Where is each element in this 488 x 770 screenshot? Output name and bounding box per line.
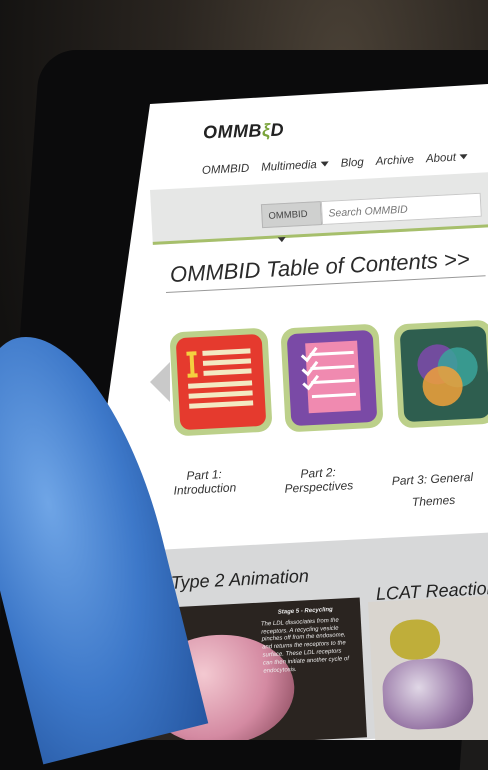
search-bar: OMMBID Search OMMBID <box>150 172 488 245</box>
part-2-card[interactable] <box>280 323 384 433</box>
part-1-card[interactable] <box>169 327 273 437</box>
part-1-label[interactable]: Part 1: Introduction <box>156 466 252 499</box>
molecule-illustration <box>381 656 475 732</box>
chevron-down-icon <box>459 154 469 160</box>
checklist-icon <box>286 329 378 427</box>
nav-item-multimedia[interactable]: Multimedia <box>261 158 329 174</box>
chevron-down-icon <box>320 161 329 168</box>
molecule-illustration <box>389 618 442 661</box>
part-2-label[interactable]: Part 2: Perspectives <box>265 463 371 496</box>
nav-item-about[interactable]: About <box>426 151 469 165</box>
carousel-prev-icon[interactable] <box>150 362 170 402</box>
search-scope-select[interactable]: OMMBID <box>260 201 323 243</box>
search-input[interactable]: Search OMMBID <box>320 192 482 226</box>
main-nav: OMMBID Multimedia Blog Archive About <box>202 151 469 177</box>
part-3-label[interactable]: Part 3: General Themes <box>387 466 479 515</box>
document-icon <box>175 333 267 431</box>
video-1-caption: Stage 5 - Recycling The LDL dissociates … <box>260 606 350 675</box>
nav-item-archive[interactable]: Archive <box>375 154 414 168</box>
nav-item-blog[interactable]: Blog <box>340 157 364 170</box>
nav-item-ommbid[interactable]: OMMBID <box>202 163 250 177</box>
site-logo[interactable]: OMMBξD <box>203 120 285 144</box>
toc-title[interactable]: OMMBID Table of Contents >> <box>169 246 470 288</box>
venn-diagram-icon <box>399 325 488 423</box>
part-3-card[interactable] <box>393 319 488 429</box>
chevron-down-icon <box>277 236 286 243</box>
video-2-thumbnail[interactable] <box>368 595 488 740</box>
